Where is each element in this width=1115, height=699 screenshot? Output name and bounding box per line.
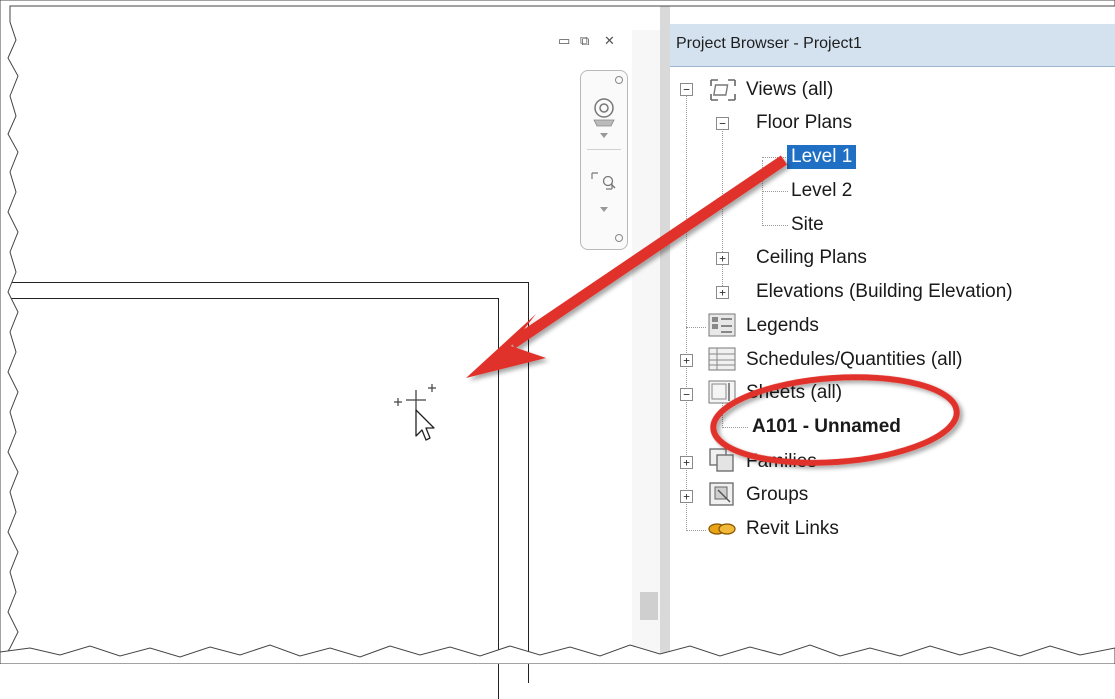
tree-item-revit-links[interactable]: Revit Links [746, 517, 839, 541]
navbar-separator [587, 149, 621, 150]
sheets-icon [708, 380, 736, 404]
groups-icon [709, 482, 734, 506]
tree-connector [762, 225, 788, 226]
steering-wheel-icon[interactable] [589, 95, 619, 129]
groups-expand-toggle[interactable]: + [680, 490, 693, 503]
view-scroll-thumb[interactable] [640, 592, 658, 620]
tree-item-views[interactable]: Views (all) [746, 78, 833, 102]
legends-icon [708, 313, 736, 337]
ceiling-plans-expand-toggle[interactable]: + [716, 252, 729, 265]
tree-connector [762, 160, 763, 226]
pane-divider[interactable] [660, 0, 670, 664]
elevations-expand-toggle[interactable]: + [716, 286, 729, 299]
navbar-options-icon[interactable] [614, 233, 624, 243]
tree-connector [722, 128, 723, 290]
view-scroll-track[interactable] [632, 30, 660, 664]
zoom-dropdown-icon[interactable] [600, 207, 608, 213]
tree-item-level-2[interactable]: Level 2 [791, 179, 852, 203]
tree-item-sheet-a101[interactable]: A101 - Unnamed [752, 415, 901, 439]
minimize-icon[interactable]: ▭ [558, 34, 570, 49]
restore-icon[interactable]: ⧉ [580, 34, 589, 49]
floor-plans-collapse-toggle[interactable]: − [716, 117, 729, 130]
tree-connector [686, 327, 706, 328]
tree-item-groups[interactable]: Groups [746, 483, 808, 507]
tree-item-site[interactable]: Site [791, 213, 824, 237]
tree-item-level-1[interactable]: Level 1 [787, 145, 857, 169]
families-icon [709, 448, 734, 472]
tree-item-schedules[interactable]: Schedules/Quantities (all) [746, 348, 963, 372]
screenshot-canvas: ▭ ⧉ ✕ ^ [0, 0, 1115, 699]
families-expand-toggle[interactable]: + [680, 456, 693, 469]
close-icon[interactable]: ✕ [604, 34, 615, 49]
tree-connector [686, 530, 706, 531]
zoom-region-icon[interactable] [589, 167, 619, 197]
sheets-collapse-toggle[interactable]: − [680, 388, 693, 401]
tree-item-legends[interactable]: Legends [746, 314, 819, 338]
tree-connector [722, 427, 748, 428]
tree-connector [762, 157, 786, 158]
views-collapse-toggle[interactable]: − [680, 83, 693, 96]
tree-item-families[interactable]: Families [746, 450, 817, 474]
tree-item-elevations[interactable]: Elevations (Building Elevation) [756, 280, 1013, 304]
wheel-dropdown-icon[interactable] [600, 133, 608, 139]
revit-links-icon [708, 523, 736, 535]
tree-item-sheets[interactable]: Sheets (all) [746, 381, 842, 405]
sheet-inner-border [10, 298, 499, 699]
schedules-icon [708, 347, 736, 371]
project-browser-title-bar: Project Browser - Project1 [670, 24, 1115, 67]
tree-connector [762, 191, 788, 192]
drag-cursor-icon [394, 384, 436, 441]
tree-item-floor-plans[interactable]: Floor Plans [756, 111, 852, 135]
project-browser-panel [670, 20, 1115, 664]
views-icon [710, 79, 736, 101]
navbar-close-icon[interactable] [614, 75, 624, 85]
navigation-bar [580, 70, 628, 250]
schedules-expand-toggle[interactable]: + [680, 354, 693, 367]
tree-item-ceiling-plans[interactable]: Ceiling Plans [756, 246, 867, 270]
project-browser-title: Project Browser - Project1 [676, 35, 862, 52]
